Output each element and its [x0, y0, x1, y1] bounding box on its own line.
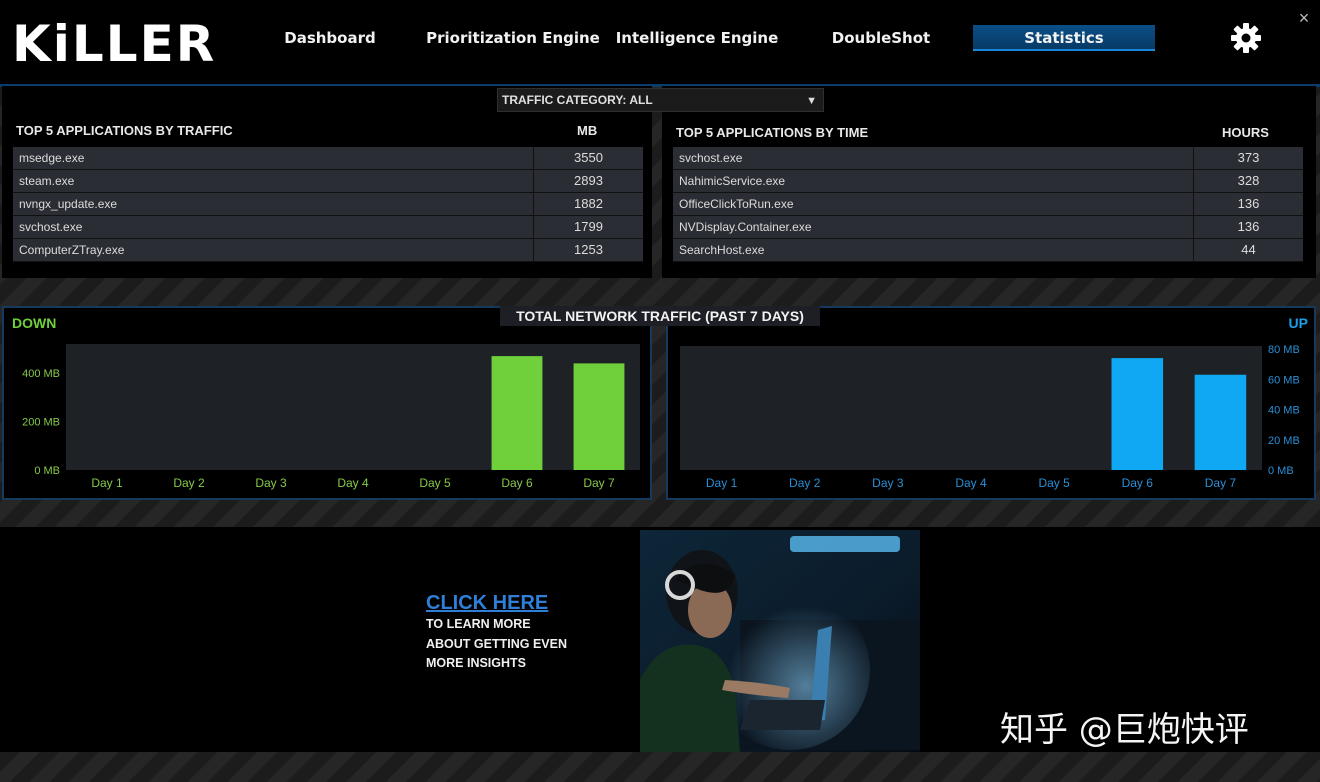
x-tick-label: Day 4 — [337, 476, 369, 490]
table-row[interactable]: msedge.exe 3550 — [13, 147, 643, 170]
nav-tab-prioritization-engine[interactable]: Prioritization Engine — [424, 25, 602, 51]
x-tick-label: Day 2 — [789, 476, 821, 490]
app-name: svchost.exe — [19, 220, 83, 234]
nav-tab-dashboard[interactable]: Dashboard — [270, 25, 390, 51]
table-row[interactable]: svchost.exe 373 — [673, 147, 1303, 170]
traffic-table-unit-header: MB — [577, 123, 598, 138]
app-logo: KiLLER — [12, 15, 217, 73]
traffic-table-title: TOP 5 APPLICATIONS BY TRAFFIC — [16, 123, 233, 138]
y-tick-label: 200 MB — [22, 417, 60, 429]
time-table-title: TOP 5 APPLICATIONS BY TIME — [676, 125, 869, 140]
y-tick-label: 40 MB — [1268, 405, 1300, 417]
y-tick-label: 0 MB — [34, 465, 60, 477]
promo-line: ABOUT GETTING EVEN — [426, 636, 567, 651]
table-row[interactable]: nvngx_update.exe 1882 — [13, 193, 643, 216]
up-traffic-chart: UP 0 MB 20 MB 40 MB 60 MB 80 MB Day 1 Day 2 Day … — [680, 315, 1308, 490]
x-tick-label: Day 2 — [173, 476, 205, 490]
table-row[interactable]: NVDisplay.Container.exe 136 — [673, 216, 1303, 239]
up-chart-panel: UP 0 MB 20 MB 40 MB 60 MB 80 MB Day 1 Day 2 Day … — [666, 306, 1316, 500]
app-value: 373 — [1193, 147, 1303, 169]
x-tick-label: Day 1 — [706, 476, 738, 490]
click-here-link[interactable]: CLICK HERE — [426, 592, 548, 615]
app-value: 44 — [1193, 239, 1303, 261]
chevron-down-icon: ▼ — [806, 95, 817, 107]
bar — [1194, 374, 1247, 470]
close-button[interactable]: × — [1294, 8, 1314, 28]
time-table-unit-header: HOURS — [1222, 125, 1269, 140]
plot-area — [66, 344, 640, 470]
chart-series-title: UP — [1289, 315, 1308, 331]
app-name: msedge.exe — [19, 151, 85, 165]
plot-area — [680, 346, 1262, 470]
x-tick-label: Day 5 — [419, 476, 451, 490]
bottom-strip — [0, 752, 1320, 782]
promo-description: TO LEARN MORE ABOUT GETTING EVEN MORE IN… — [426, 615, 606, 674]
table-row[interactable]: svchost.exe 1799 — [13, 216, 643, 239]
promo-photo — [640, 530, 920, 752]
x-tick-label: Day 6 — [1122, 476, 1154, 490]
promo-line: MORE INSIGHTS — [426, 656, 527, 670]
y-tick-label: 20 MB — [1268, 435, 1300, 447]
app-value: 2893 — [533, 170, 643, 192]
x-tick-label: Day 6 — [501, 476, 533, 490]
app-name: nvngx_update.exe — [19, 197, 118, 211]
app-value: 328 — [1193, 170, 1303, 192]
chart-series-title: DOWN — [12, 315, 56, 331]
down-traffic-chart: DOWN 0 MB 200 MB 400 MB Day 1 Day 2 Day 3 Day 4… — [12, 315, 640, 490]
bar — [1111, 358, 1164, 470]
bar — [573, 363, 625, 470]
table-row[interactable]: steam.exe 2893 — [13, 170, 643, 193]
app-name: svchost.exe — [679, 151, 743, 165]
app-value: 1253 — [533, 239, 643, 261]
table-row[interactable]: SearchHost.exe 44 — [673, 239, 1303, 262]
y-tick-label: 400 MB — [22, 368, 60, 380]
table-row[interactable]: ComputerZTray.exe 1253 — [13, 239, 643, 262]
app-value: 136 — [1193, 216, 1303, 238]
x-tick-label: Day 4 — [955, 476, 987, 490]
app-name: ComputerZTray.exe — [19, 243, 125, 257]
x-tick-label: Day 7 — [1205, 476, 1237, 490]
bar — [491, 356, 543, 470]
app-name: NahimicService.exe — [679, 174, 786, 188]
table-row[interactable]: OfficeClickToRun.exe 136 — [673, 193, 1303, 216]
x-tick-label: Day 1 — [91, 476, 123, 490]
promo-line: TO LEARN MORE — [426, 617, 531, 631]
app-value: 1799 — [533, 216, 643, 238]
y-tick-label: 60 MB — [1268, 374, 1300, 386]
traffic-table: msedge.exe 3550 steam.exe 2893 nvngx_updat… — [13, 147, 643, 262]
app-name: steam.exe — [19, 174, 75, 188]
nav-tab-doubleshot[interactable]: DoubleShot — [822, 25, 940, 51]
down-chart-panel: DOWN 0 MB 200 MB 400 MB Day 1 Day 2 Day 3 Day 4… — [2, 306, 652, 500]
app-name: OfficeClickToRun.exe — [679, 197, 794, 211]
y-tick-label: 0 MB — [1268, 465, 1294, 477]
table-row[interactable]: NahimicService.exe 328 — [673, 170, 1303, 193]
x-tick-label: Day 3 — [872, 476, 904, 490]
traffic-category-select[interactable]: TRAFFIC CATEGORY: ALL ▼ — [497, 88, 824, 112]
gear-icon[interactable] — [1226, 18, 1266, 58]
nav-tab-statistics[interactable]: Statistics — [973, 25, 1155, 51]
app-value: 3550 — [533, 147, 643, 169]
network-traffic-title: TOTAL NETWORK TRAFFIC (PAST 7 DAYS) — [500, 306, 820, 326]
app-value: 1882 — [533, 193, 643, 215]
app-name: SearchHost.exe — [679, 243, 765, 257]
y-tick-label: 80 MB — [1268, 344, 1300, 356]
traffic-category-label: TRAFFIC CATEGORY: ALL — [502, 93, 653, 107]
watermark-text: 知乎 @巨炮快评 — [1000, 710, 1249, 750]
app-value: 136 — [1193, 193, 1303, 215]
nav-tab-intelligence-engine[interactable]: Intelligence Engine — [614, 25, 780, 51]
x-tick-label: Day 5 — [1038, 476, 1070, 490]
app-name: NVDisplay.Container.exe — [679, 220, 812, 234]
time-table: svchost.exe 373 NahimicService.exe 328 Off… — [673, 147, 1303, 262]
x-tick-label: Day 7 — [583, 476, 615, 490]
x-tick-label: Day 3 — [255, 476, 287, 490]
